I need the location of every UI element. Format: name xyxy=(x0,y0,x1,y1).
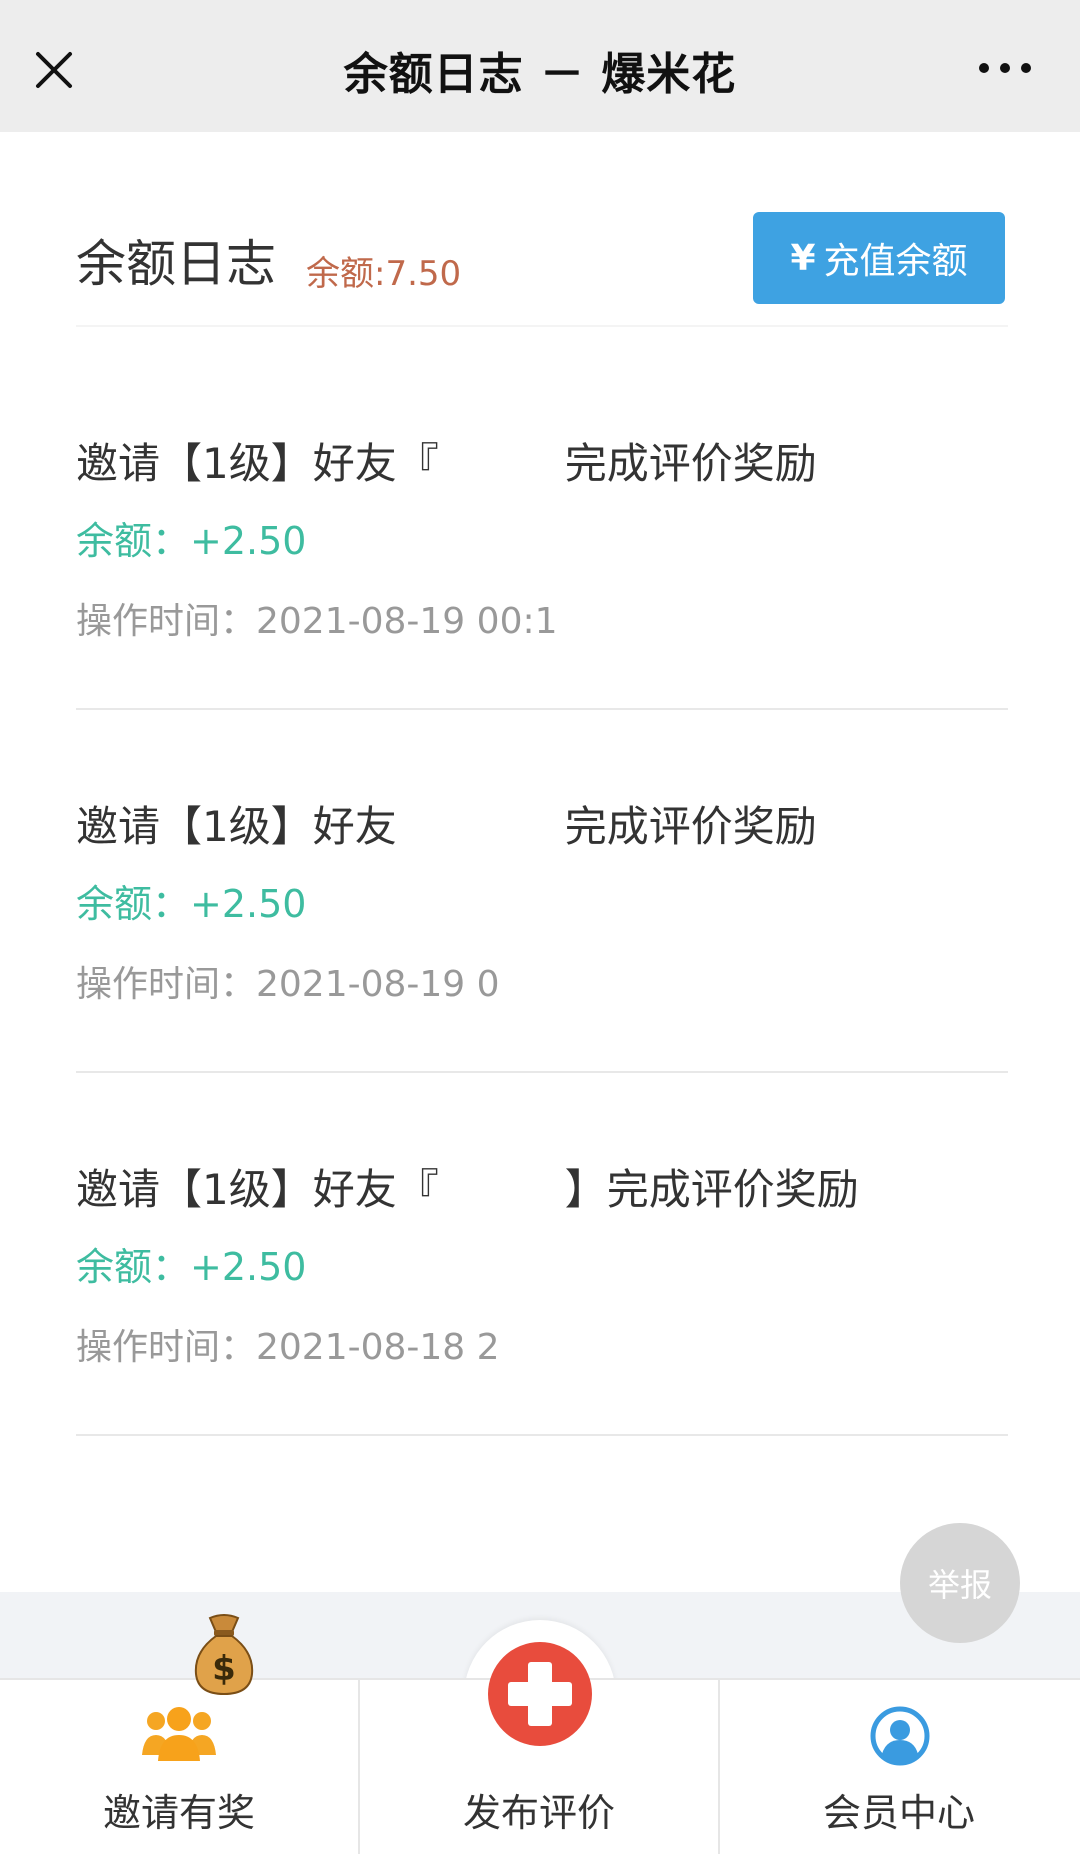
tab-publish-label: 发布评价 xyxy=(462,1791,615,1835)
report-button[interactable]: 举报 xyxy=(900,1523,1020,1643)
log-item: 邀请【1级】好友 完成评价奖励 余额：+2.50 操作时间：2021-08-19… xyxy=(76,793,1008,1153)
window-title: 余额日志 － 爆米花 xyxy=(343,49,737,100)
people-icon xyxy=(142,1707,216,1761)
tab-member-label: 会员中心 xyxy=(822,1791,975,1835)
page-title: 余额日志 xyxy=(76,235,276,293)
recharge-button[interactable]: ¥ 充值余额 xyxy=(753,212,1005,304)
log-title: 邀请【1级】好友『 完成评价奖励 xyxy=(76,439,817,488)
svg-text:$: $ xyxy=(212,1649,236,1689)
yen-icon: ¥ xyxy=(790,237,816,279)
log-title: 邀请【1级】好友『 】完成评价奖励 xyxy=(76,1165,859,1214)
log-title: 邀请【1级】好友 完成评价奖励 xyxy=(76,802,817,851)
recharge-label: 充值余额 xyxy=(823,241,968,282)
log-amount: 余额：+2.50 xyxy=(76,882,307,926)
page-header: 余额日志 余额:7.50 ¥ 充值余额 xyxy=(0,132,1080,322)
more-dots-icon[interactable] xyxy=(978,56,1032,80)
log-time: 操作时间：2021-08-19 0 xyxy=(76,964,500,1005)
money-bag-icon: $ xyxy=(194,1614,254,1696)
log-divider xyxy=(76,708,1008,710)
log-time: 操作时间：2021-08-18 2 xyxy=(76,1327,500,1368)
log-time: 操作时间：2021-08-19 00:1 xyxy=(76,601,558,642)
log-amount: 余额：+2.50 xyxy=(76,519,307,563)
member-icon xyxy=(870,1706,930,1766)
header-divider xyxy=(76,325,1008,327)
tab-invite-label: 邀请有奖 xyxy=(102,1791,255,1835)
log-divider xyxy=(76,1434,1008,1436)
publish-plus-icon[interactable] xyxy=(486,1640,594,1748)
log-item: 邀请【1级】好友『 完成评价奖励 余额：+2.50 操作时间：2021-08-1… xyxy=(76,430,1008,790)
log-divider xyxy=(76,1071,1008,1073)
balance-value: 余额:7.50 xyxy=(306,254,462,294)
title-bar: 余额日志 － 爆米花 xyxy=(0,0,1080,132)
log-item: 邀请【1级】好友『 】完成评价奖励 余额：+2.50 操作时间：2021-08-… xyxy=(76,1156,1008,1516)
log-amount: 余额：+2.50 xyxy=(76,1245,307,1289)
